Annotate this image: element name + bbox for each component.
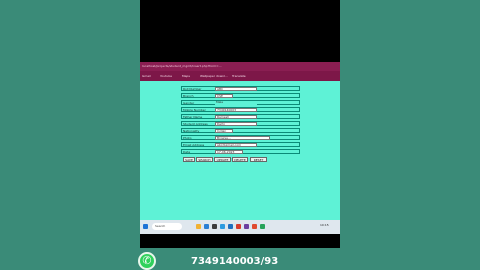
delete-button[interactable]: DELETE bbox=[232, 157, 248, 162]
app-icon[interactable] bbox=[252, 224, 257, 229]
field-label: Photo bbox=[183, 136, 192, 140]
update-button[interactable]: UPDATE bbox=[214, 157, 231, 162]
form-row: Father Name Ramesh bbox=[181, 114, 300, 119]
bookmark-item[interactable]: Wallpaper downl... bbox=[200, 74, 228, 78]
search-button[interactable]: SEARCH bbox=[196, 157, 213, 162]
windows-start-icon[interactable] bbox=[143, 224, 148, 229]
background-right bbox=[340, 0, 480, 270]
form-row: Gender Male bbox=[181, 100, 300, 105]
date-input[interactable]: 17-06-2023 bbox=[215, 150, 243, 154]
chrome-icon[interactable] bbox=[236, 224, 241, 229]
reset-button[interactable]: RESET bbox=[250, 157, 267, 162]
phone-screen: localhost/projects/student_mgmt/insert.p… bbox=[140, 0, 340, 248]
bookmark-item[interactable]: Maps bbox=[182, 74, 190, 78]
taskbar-clock: 10:15 bbox=[320, 223, 329, 227]
field-select[interactable]: Indian bbox=[215, 129, 233, 133]
background-left bbox=[0, 0, 140, 270]
form-row: Student Address Delhi bbox=[181, 121, 300, 126]
save-button[interactable]: SAVE bbox=[183, 157, 195, 162]
whatsapp-icon: ✆ bbox=[138, 252, 156, 270]
field-label: Mobile Number bbox=[183, 108, 206, 112]
app-icon[interactable] bbox=[244, 224, 249, 229]
field-label: Roll Number bbox=[183, 87, 202, 91]
bookmark-item[interactable]: Translate bbox=[232, 74, 246, 78]
button-row: SAVE SEARCH UPDATE DELETE RESET bbox=[181, 156, 300, 163]
field-select[interactable]: CSE bbox=[215, 94, 233, 98]
student-form: Roll Number ABC Branch CSE Gender Male M… bbox=[181, 86, 300, 163]
form-row: Email Address abc@gmail.com bbox=[181, 142, 300, 147]
field-label: Date bbox=[183, 150, 191, 154]
field-input[interactable]: ABC bbox=[215, 87, 257, 91]
browser-address-bar[interactable]: localhost/projects/student_mgmt/insert.p… bbox=[140, 62, 340, 71]
mail-icon[interactable] bbox=[220, 224, 225, 229]
vscode-icon[interactable] bbox=[228, 224, 233, 229]
folder-icon[interactable] bbox=[196, 224, 201, 229]
field-label: Gender bbox=[183, 101, 195, 105]
form-row: Nationality Indian bbox=[181, 128, 300, 133]
form-row: Date 17-06-2023 bbox=[181, 149, 300, 154]
bookmarks-bar: Gmail Youtube Maps Wallpaper downl... Tr… bbox=[140, 71, 340, 81]
taskbar-search[interactable]: Search bbox=[152, 223, 182, 230]
field-label: Branch bbox=[183, 94, 194, 98]
field-input[interactable]: 7349140003 bbox=[215, 108, 257, 112]
windows-taskbar: Search 10:15 bbox=[140, 220, 340, 234]
field-input[interactable]: Delhi bbox=[215, 122, 257, 126]
field-label: Student Address bbox=[183, 122, 208, 126]
field-label: Nationality bbox=[183, 129, 200, 133]
bookmark-item[interactable]: Gmail bbox=[142, 74, 151, 78]
gender-radio-group[interactable]: Male bbox=[215, 101, 257, 105]
form-row: Roll Number ABC bbox=[181, 86, 300, 91]
form-row: Branch CSE bbox=[181, 93, 300, 98]
field-input[interactable]: abc@gmail.com bbox=[215, 143, 257, 147]
contact-phone-number: 7349140003/93 bbox=[191, 256, 279, 267]
app-icon[interactable] bbox=[260, 224, 265, 229]
field-input[interactable]: Ramesh bbox=[215, 115, 257, 119]
web-page: Roll Number ABC Branch CSE Gender Male M… bbox=[140, 81, 340, 220]
url-text[interactable]: localhost/projects/student_mgmt/insert.p… bbox=[142, 64, 338, 68]
store-icon[interactable] bbox=[212, 224, 217, 229]
form-row: Photo Browse... bbox=[181, 135, 300, 140]
field-label: Email Address bbox=[183, 143, 205, 147]
bookmark-item[interactable]: Youtube bbox=[160, 74, 172, 78]
edge-icon[interactable] bbox=[204, 224, 209, 229]
file-input[interactable]: Browse... bbox=[215, 136, 270, 140]
form-row: Mobile Number 7349140003 bbox=[181, 107, 300, 112]
field-label: Father Name bbox=[183, 115, 203, 119]
